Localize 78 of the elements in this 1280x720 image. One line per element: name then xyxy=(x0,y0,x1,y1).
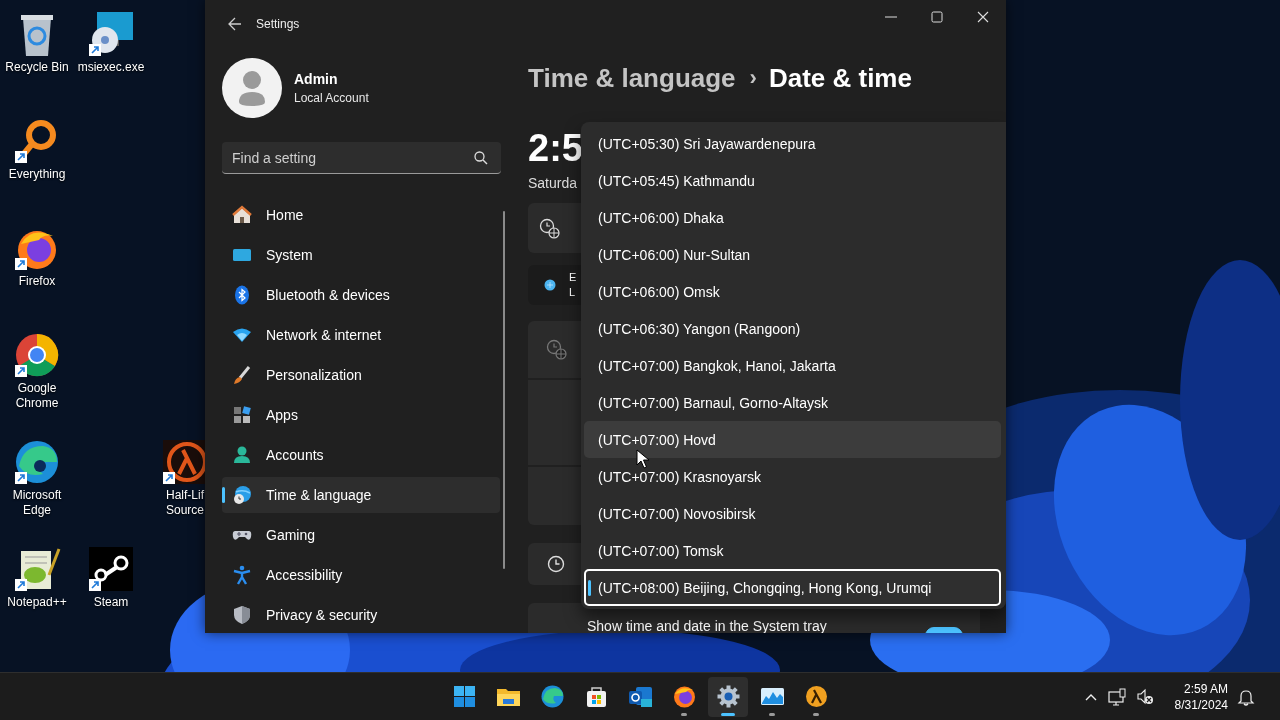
nav-item[interactable]: Bluetooth & devices xyxy=(222,277,500,313)
icon-label[interactable]: Google Chrome xyxy=(15,381,59,411)
clock-globe-icon xyxy=(539,217,560,239)
timezone-option[interactable]: (UTC+07:00) Novosibirsk xyxy=(584,495,1001,532)
window-title: Settings xyxy=(256,17,300,31)
nav-item[interactable]: Network & internet xyxy=(222,317,500,353)
wave-icon xyxy=(539,684,565,709)
icon-label[interactable]: Everything xyxy=(8,167,66,182)
nav-item[interactable]: Personalization xyxy=(222,357,500,393)
icon-label[interactable]: Microsoft Edge xyxy=(12,488,62,518)
brush-icon xyxy=(232,365,252,385)
search-icon[interactable] xyxy=(473,150,489,166)
accessibility-icon xyxy=(232,565,252,585)
selection-indicator xyxy=(222,487,225,503)
timezone-option[interactable]: (UTC+06:30) Yangon (Rangoon) xyxy=(584,310,1001,347)
mail-icon xyxy=(627,684,653,709)
home-icon xyxy=(232,205,252,225)
nav-item[interactable]: System xyxy=(222,237,500,273)
nav-item[interactable]: Gaming xyxy=(222,517,500,553)
gear-icon xyxy=(715,684,741,709)
account-type: Local Account xyxy=(294,91,369,105)
nav-item[interactable]: Home xyxy=(222,197,500,233)
icon-label[interactable]: msiexec.exe xyxy=(77,60,145,75)
apps-icon xyxy=(232,405,252,425)
timezone-option[interactable]: (UTC+07:00) Barnaul, Gorno-Altaysk xyxy=(584,384,1001,421)
color-wheel-icon[interactable] xyxy=(13,331,61,379)
icon-label[interactable]: Recycle Bin xyxy=(5,60,69,75)
search-field[interactable]: Find a setting xyxy=(222,142,501,174)
nav-item[interactable]: Accessibility xyxy=(222,557,500,593)
setting-label: Show time and date in the System tray xyxy=(587,618,827,633)
nav-item[interactable]: Time & language xyxy=(222,477,500,513)
timezone-option[interactable]: (UTC+05:30) Sri Jayawardenepura xyxy=(584,125,1001,162)
current-time: 2:5 xyxy=(528,126,583,171)
bell-icon[interactable] xyxy=(1237,687,1255,706)
icon-label[interactable]: Notepad++ xyxy=(7,595,67,610)
mouse-pointer-icon xyxy=(636,449,650,469)
piston-icon[interactable] xyxy=(87,545,135,593)
timezone-option[interactable]: (UTC+08:00) Beijing, Chongqing, Hong Kong, Urumqi xyxy=(584,569,1001,606)
scrollbar-thumb[interactable] xyxy=(503,211,505,569)
breadcrumb-separator: › xyxy=(749,65,757,91)
avatar xyxy=(222,58,282,118)
timezone-option[interactable]: (UTC+07:00) Hovd xyxy=(584,421,1001,458)
wave-icon[interactable] xyxy=(13,438,61,486)
timezone-option[interactable]: (UTC+07:00) Bangkok, Hanoi, Jakarta xyxy=(584,347,1001,384)
shield-icon xyxy=(232,605,252,625)
nav-item[interactable]: Accounts xyxy=(222,437,500,473)
windows-logo-icon xyxy=(451,684,477,709)
timezone-option[interactable]: (UTC+06:00) Omsk xyxy=(584,273,1001,310)
icon-label[interactable]: Firefox xyxy=(18,274,56,289)
timezone-option[interactable]: (UTC+06:00) Nur-Sultan xyxy=(584,236,1001,273)
current-date: Saturda xyxy=(528,175,578,191)
clock-icon xyxy=(547,555,565,573)
flame-globe-icon xyxy=(671,684,697,709)
monitor-disc-icon[interactable] xyxy=(87,10,135,58)
clock-globe-icon xyxy=(546,339,567,360)
lambda-icon xyxy=(803,684,829,709)
breadcrumb-link[interactable]: Time & language xyxy=(528,62,736,94)
timezone-option[interactable]: (UTC+07:00) Krasnoyarsk xyxy=(584,458,1001,495)
icon-label[interactable]: Half-Lif Source xyxy=(166,488,204,518)
globe-dot-icon xyxy=(544,279,556,291)
muted-speaker-icon[interactable] xyxy=(1135,687,1154,706)
nav-item[interactable]: Apps xyxy=(222,397,500,433)
timezone-option[interactable]: (UTC+06:00) Dhaka xyxy=(584,199,1001,236)
network-icon[interactable] xyxy=(1107,687,1126,706)
person-icon xyxy=(232,445,252,465)
timezone-option[interactable]: (UTC+07:00) Tomsk xyxy=(584,532,1001,569)
timezone-option[interactable]: (UTC+05:45) Kathmandu xyxy=(584,162,1001,199)
icon-label[interactable]: Steam xyxy=(93,595,129,610)
taskbar-button[interactable] xyxy=(708,676,748,717)
card-text: L xyxy=(569,285,577,300)
clock-button[interactable]: 2:59 AM 8/31/2024 xyxy=(1174,680,1228,713)
user-name: Admin xyxy=(294,71,339,87)
nav-item[interactable]: Privacy & security xyxy=(222,597,500,633)
selection-indicator xyxy=(588,580,591,596)
globe-clock-icon xyxy=(232,485,252,505)
page-title: Date & time xyxy=(768,62,912,94)
bluetooth-icon xyxy=(232,285,252,305)
card-text: E xyxy=(569,270,577,285)
